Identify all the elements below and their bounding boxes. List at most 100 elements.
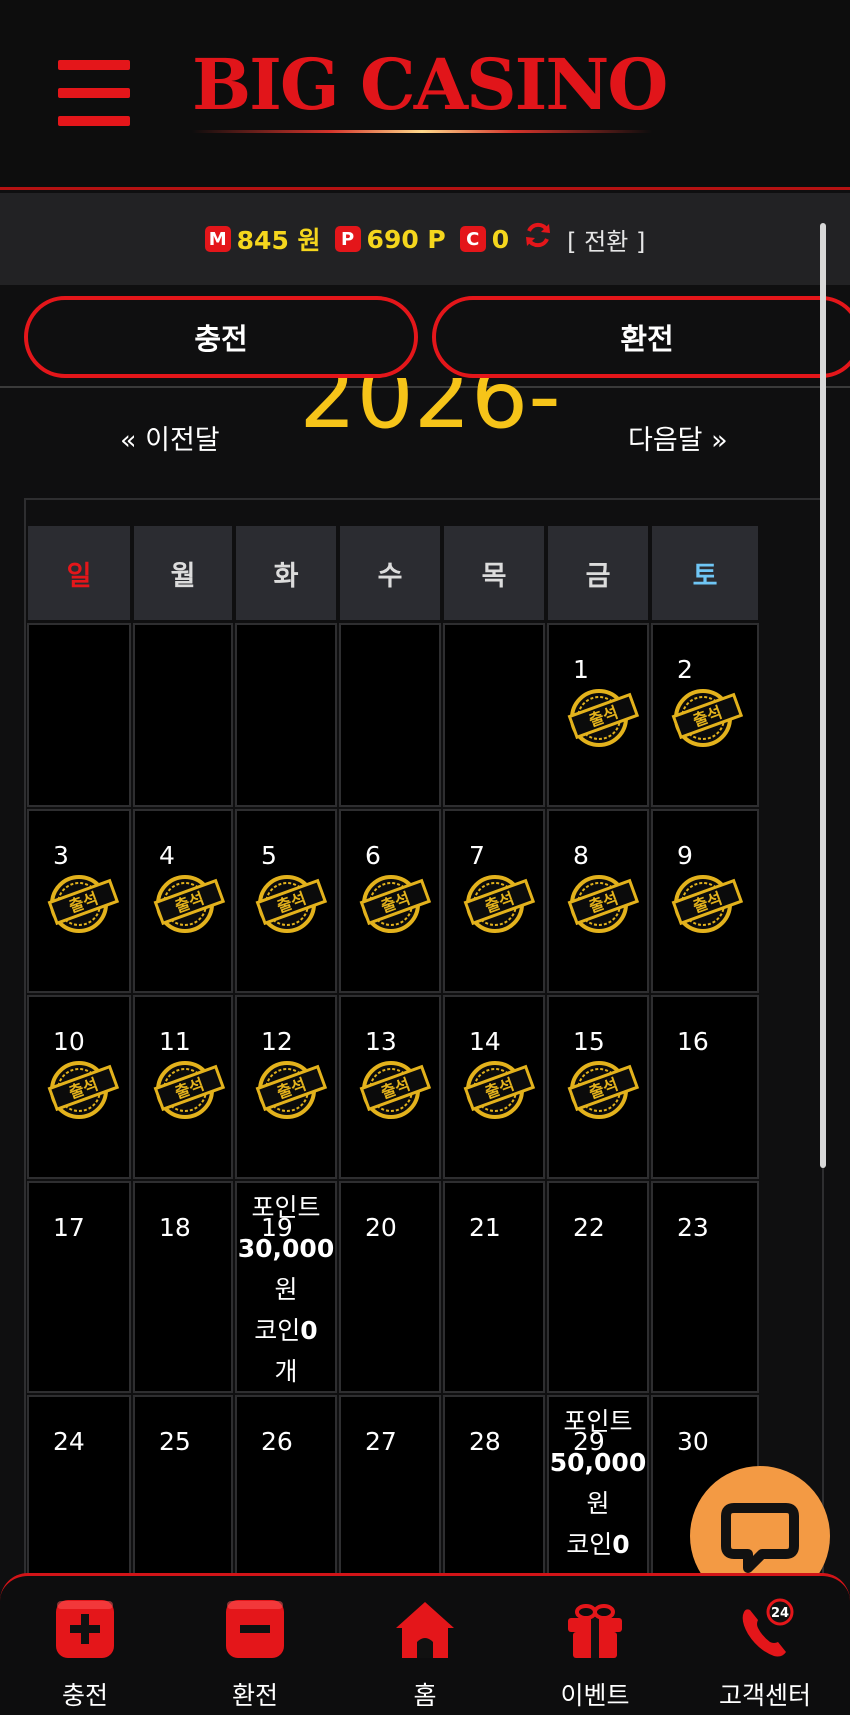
- day-number: 4: [159, 841, 175, 870]
- calendar-empty-cell: [339, 623, 441, 807]
- day-number: 18: [159, 1213, 191, 1242]
- action-buttons: 충전 환전: [24, 296, 850, 378]
- calendar-week: 3 출석 4 출석 5 출석 6 출석 7 출석 8 출석 9 출석: [26, 808, 760, 994]
- calendar-day[interactable]: 17: [27, 1181, 131, 1393]
- bottom-navigation: 충전 환전 홈 이벤트 24 고객센터: [0, 1573, 850, 1715]
- day-number: 10: [53, 1027, 85, 1056]
- withdraw-button[interactable]: 환전: [432, 296, 850, 378]
- day-number: 1: [573, 655, 589, 684]
- minus-icon: [226, 1600, 284, 1658]
- calendar-week: 1 출석 2 출석: [26, 622, 760, 808]
- nav-home-label: 홈: [413, 1681, 437, 1710]
- nav-support[interactable]: 24 고객센터: [680, 1576, 850, 1715]
- calendar-day[interactable]: 22: [547, 1181, 649, 1393]
- calendar-day[interactable]: 13 출석: [339, 995, 441, 1179]
- day-number: 16: [677, 1027, 709, 1056]
- day-number: 13: [365, 1027, 397, 1056]
- calendar-day[interactable]: 20: [339, 1181, 441, 1393]
- nav-home[interactable]: 홈: [340, 1576, 510, 1715]
- calendar-body: 1 출석 2 출석 3 출석 4 출석 5 출석 6 출석 7 출석 8 출석 9 출석 10 출석 11 출석 12 출석 1…: [26, 622, 760, 1608]
- nav-withdraw[interactable]: 환전: [170, 1576, 340, 1715]
- day-number: 29: [573, 1427, 605, 1456]
- nav-deposit[interactable]: 충전: [0, 1576, 170, 1715]
- money-badge-icon: M: [204, 226, 231, 252]
- day-number: 14: [469, 1027, 501, 1056]
- svg-text:24: 24: [771, 1606, 789, 1621]
- calendar-day[interactable]: 21: [443, 1181, 545, 1393]
- prev-month-link[interactable]: « 이전달: [120, 418, 220, 452]
- point-balance: P 690 P: [334, 225, 446, 254]
- weekday-header: 일월화수목금토: [26, 524, 760, 622]
- weekday-3: 수: [338, 524, 442, 622]
- calendar-day[interactable]: 1 출석: [547, 623, 649, 807]
- calendar-empty-cell: [133, 623, 233, 807]
- scrollbar[interactable]: [820, 223, 826, 1168]
- header: BIG CASINO: [0, 0, 850, 190]
- attendance-calendar: 일월화수목금토 1 출석 2 출석 3 출석 4 출석 5 출석 6 출석 7 출석 8 출석 9 출석 10 출석 1…: [26, 524, 760, 1608]
- day-number: 8: [573, 841, 589, 870]
- bonus-coin: 코인0: [254, 1316, 318, 1345]
- attendance-stamp-icon: 출석: [565, 685, 641, 749]
- attendance-stamp-icon: 출석: [565, 1057, 641, 1121]
- nav-event-label: 이벤트: [560, 1681, 630, 1710]
- bonus-unit: 원: [586, 1489, 610, 1518]
- logo-text: BIG CASINO: [192, 43, 668, 126]
- calendar-day[interactable]: 2 출석: [651, 623, 759, 807]
- attendance-stamp-icon: 출석: [253, 871, 329, 935]
- day-number: 24: [53, 1427, 85, 1456]
- coin-value: 0: [491, 224, 510, 254]
- calendar-day[interactable]: 6 출석: [339, 809, 441, 993]
- nav-event[interactable]: 이벤트: [510, 1576, 680, 1715]
- day-number: 30: [677, 1427, 709, 1456]
- plus-icon: [56, 1600, 114, 1658]
- logo-underline: [192, 130, 652, 133]
- day-number: 6: [365, 841, 381, 870]
- calendar-day[interactable]: 3 출석: [27, 809, 131, 993]
- month-navigation: 2026-05 « 이전달 다음달 »: [0, 378, 850, 452]
- calendar-day[interactable]: 18: [133, 1181, 233, 1393]
- nav-deposit-label: 충전: [61, 1681, 108, 1710]
- calendar-day[interactable]: 15 출석: [547, 995, 649, 1179]
- day-number: 9: [677, 841, 693, 870]
- weekday-5: 금: [546, 524, 650, 622]
- convert-button[interactable]: [ 전환 ]: [567, 222, 645, 257]
- day-number: 5: [261, 841, 277, 870]
- calendar-day[interactable]: 14 출석: [443, 995, 545, 1179]
- gift-icon: [568, 1604, 622, 1658]
- logo[interactable]: BIG CASINO: [192, 42, 668, 142]
- day-number: 3: [53, 841, 69, 870]
- balance-bar: M 845 원 P 690 P C 0 [ 전환 ]: [0, 193, 850, 285]
- calendar-day[interactable]: 5 출석: [235, 809, 337, 993]
- money-balance: M 845 원: [204, 221, 321, 257]
- coin-badge-icon: C: [459, 226, 486, 252]
- calendar-day[interactable]: 8 출석: [547, 809, 649, 993]
- deposit-button[interactable]: 충전: [24, 296, 418, 378]
- calendar-day[interactable]: 23: [651, 1181, 759, 1393]
- attendance-stamp-icon: 출석: [565, 871, 641, 935]
- nav-support-label: 고객센터: [718, 1681, 811, 1710]
- bonus-unit: 원: [274, 1275, 298, 1304]
- phone-24-icon: 24: [742, 1598, 794, 1657]
- menu-icon[interactable]: [58, 60, 130, 126]
- refresh-icon[interactable]: [523, 220, 553, 258]
- weekday-2: 화: [234, 524, 338, 622]
- attendance-stamp-icon: 출석: [253, 1057, 329, 1121]
- calendar-day[interactable]: 16: [651, 995, 759, 1179]
- attendance-stamp-icon: 출석: [357, 1057, 433, 1121]
- calendar-day[interactable]: 11 출석: [133, 995, 233, 1179]
- day-number: 26: [261, 1427, 293, 1456]
- attendance-stamp-icon: 출석: [357, 871, 433, 935]
- attendance-stamp-icon: 출석: [461, 871, 537, 935]
- day-number: 21: [469, 1213, 501, 1242]
- calendar-day[interactable]: 12 출석: [235, 995, 337, 1179]
- calendar-day[interactable]: 9 출석: [651, 809, 759, 993]
- day-number: 25: [159, 1427, 191, 1456]
- day-number: 28: [469, 1427, 501, 1456]
- calendar-day[interactable]: 4 출석: [133, 809, 233, 993]
- weekday-1: 월: [132, 524, 234, 622]
- calendar-day[interactable]: 10 출석: [27, 995, 131, 1179]
- calendar-day[interactable]: 7 출석: [443, 809, 545, 993]
- calendar-day[interactable]: 포인트 30,000 원 코인0 개 19: [235, 1181, 337, 1393]
- next-month-link[interactable]: 다음달 »: [628, 418, 728, 452]
- attendance-stamp-icon: 출석: [669, 685, 745, 749]
